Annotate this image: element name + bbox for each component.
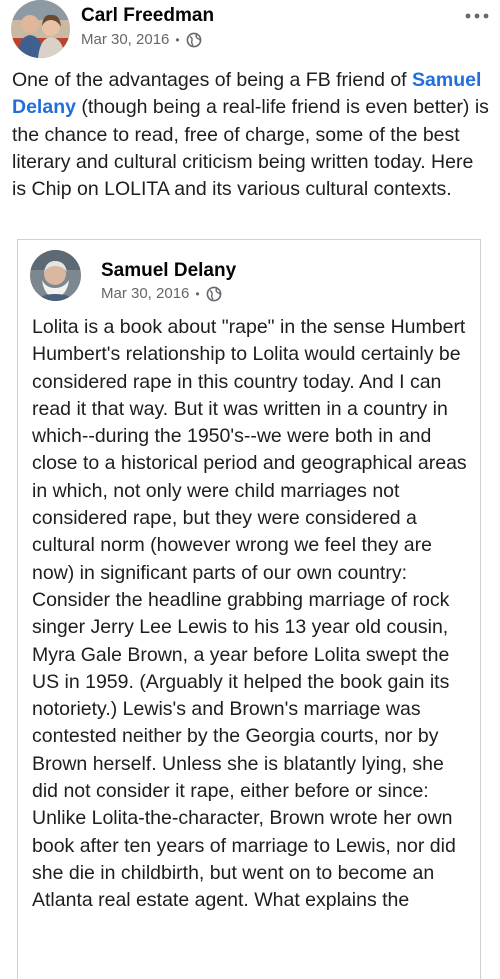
post-meta: Mar 30, 2016 • bbox=[81, 31, 202, 48]
post-text-after: (though being a real-life friend is even… bbox=[12, 96, 489, 201]
shared-post-meta: Mar 30, 2016 • bbox=[101, 285, 222, 302]
shared-author-name[interactable]: Samuel Delany bbox=[101, 260, 236, 282]
post-text-before: One of the advantages of being a FB frie… bbox=[12, 69, 413, 91]
post-text: One of the advantages of being a FB frie… bbox=[12, 67, 490, 203]
author-name[interactable]: Carl Freedman bbox=[81, 5, 214, 27]
meta-separator: • bbox=[175, 32, 180, 47]
globe-icon bbox=[206, 286, 222, 302]
shared-post-date[interactable]: Mar 30, 2016 bbox=[101, 285, 189, 302]
post-header: Carl Freedman Mar 30, 2016 • bbox=[0, 0, 500, 62]
shared-post-card[interactable]: Samuel Delany Mar 30, 2016 • Lolita is a… bbox=[17, 239, 481, 979]
post-date[interactable]: Mar 30, 2016 bbox=[81, 31, 169, 48]
globe-icon bbox=[186, 32, 202, 48]
more-horizontal-icon bbox=[465, 13, 489, 19]
shared-post-text: Lolita is a book about "rape" in the sen… bbox=[32, 316, 467, 912]
more-options-button[interactable] bbox=[462, 6, 492, 26]
shared-author-avatar[interactable] bbox=[30, 250, 81, 301]
author-avatar[interactable] bbox=[11, 0, 70, 58]
meta-separator: • bbox=[195, 286, 200, 301]
